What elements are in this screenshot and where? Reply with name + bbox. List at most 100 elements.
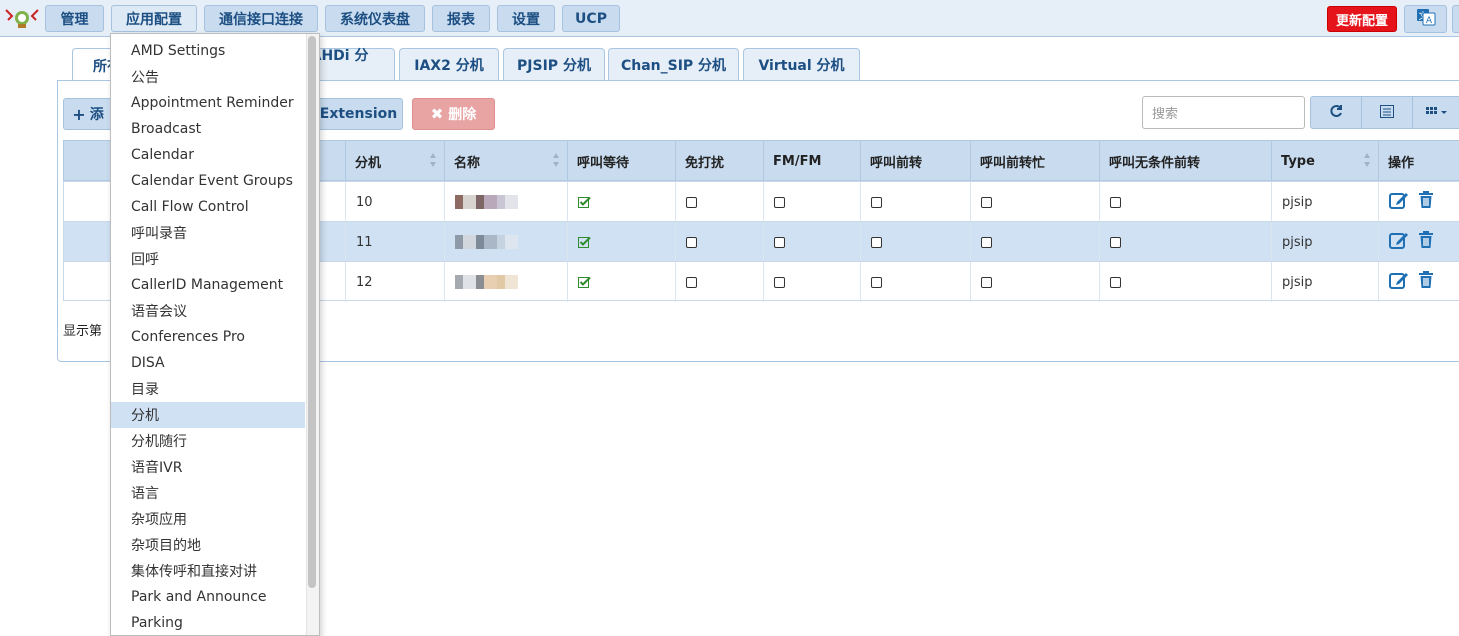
menu-item[interactable]: Call Flow Control	[111, 194, 305, 220]
column-label: FM/FM	[773, 153, 822, 169]
menu-item[interactable]: Broadcast	[111, 116, 305, 142]
pagination-info: 显示第	[63, 324, 103, 339]
menu-item[interactable]: DISA	[111, 350, 305, 376]
add-button[interactable]: + 添	[63, 98, 113, 130]
unchecked-checkbox[interactable]	[981, 196, 992, 208]
unchecked-checkbox[interactable]	[686, 196, 697, 208]
table-cell	[970, 222, 1099, 262]
blurred-name	[455, 191, 521, 213]
unchecked-checkbox[interactable]	[871, 196, 882, 208]
column-type[interactable]: Type	[1271, 141, 1378, 181]
unchecked-checkbox[interactable]	[774, 196, 785, 208]
trash-icon[interactable]	[1418, 191, 1434, 213]
unchecked-checkbox[interactable]	[871, 236, 882, 248]
nav-admin[interactable]: 管理	[45, 5, 104, 32]
table-cell	[675, 222, 763, 262]
menu-item[interactable]: 目录	[111, 376, 305, 402]
tab-chan-sip[interactable]: Chan_SIP 分机	[608, 48, 739, 81]
unchecked-checkbox[interactable]	[686, 276, 697, 288]
menu-item[interactable]: 分机随行	[111, 428, 305, 454]
table-cell	[444, 222, 567, 262]
tab-virtual[interactable]: Virtual 分机	[743, 48, 860, 81]
table-cell	[444, 262, 567, 302]
edit-icon[interactable]	[1389, 231, 1409, 253]
unchecked-checkbox[interactable]	[871, 276, 882, 288]
unchecked-checkbox[interactable]	[774, 276, 785, 288]
nav-applications[interactable]: 应用配置	[111, 5, 197, 32]
column-label: 呼叫前转忙	[980, 155, 1046, 171]
tab-iax2[interactable]: IAX2 分机	[399, 48, 499, 81]
table-cell	[860, 262, 970, 302]
tab-label: IAX2 分机	[414, 58, 484, 74]
tab-pjsip[interactable]: PJSIP 分机	[503, 48, 605, 81]
delete-button[interactable]: ✖ 删除	[412, 98, 495, 130]
unchecked-checkbox[interactable]	[981, 236, 992, 248]
menu-item[interactable]: 呼叫录音	[111, 220, 305, 246]
user-menu-button[interactable]	[1452, 5, 1459, 33]
menu-item[interactable]: CallerID Management	[111, 272, 305, 298]
menu-item[interactable]: 回呼	[111, 246, 305, 272]
checked-checkbox[interactable]	[578, 196, 591, 209]
menu-item[interactable]: Parking	[111, 610, 305, 635]
menu-item[interactable]: 公告	[111, 64, 305, 90]
trash-icon[interactable]	[1418, 231, 1434, 253]
menu-item[interactable]: Calendar	[111, 142, 305, 168]
menu-item[interactable]: 分机	[111, 402, 305, 428]
table-cell: pjsip	[1271, 222, 1378, 262]
tab-label: Virtual 分机	[758, 58, 845, 74]
sort-icon	[1364, 153, 1370, 167]
nav-reports[interactable]: 报表	[432, 5, 490, 32]
language-button[interactable]: 文 A	[1404, 5, 1447, 33]
unchecked-checkbox[interactable]	[686, 236, 697, 248]
nav-ucp[interactable]: UCP	[562, 5, 620, 32]
menu-item[interactable]: 集体传呼和直接对讲	[111, 558, 305, 584]
extension-number: 10	[356, 194, 373, 210]
menu-item[interactable]: 杂项应用	[111, 506, 305, 532]
checked-checkbox[interactable]	[578, 276, 591, 289]
logo-icon[interactable]	[4, 6, 40, 30]
unchecked-checkbox[interactable]	[774, 236, 785, 248]
nav-settings[interactable]: 设置	[497, 5, 555, 32]
menu-item[interactable]: 语言	[111, 480, 305, 506]
sort-icon	[430, 153, 436, 167]
column-actions: 操作	[1378, 141, 1459, 181]
column-name[interactable]: 名称	[444, 141, 567, 181]
translate-icon: 文 A	[1416, 8, 1436, 30]
column-extension[interactable]: 分机	[345, 141, 444, 181]
menu-item[interactable]: Calendar Event Groups	[111, 168, 305, 194]
menu-item[interactable]: Appointment Reminder	[111, 90, 305, 116]
search-input[interactable]: 搜索	[1142, 96, 1305, 129]
nav-dashboard[interactable]: 系统仪表盘	[325, 5, 425, 32]
checked-checkbox[interactable]	[578, 236, 591, 249]
menu-item[interactable]: Conferences Pro	[111, 324, 305, 350]
unchecked-checkbox[interactable]	[1110, 276, 1121, 288]
type-value: pjsip	[1282, 274, 1313, 290]
nav-connectivity[interactable]: 通信接口连接	[204, 5, 318, 32]
edit-icon[interactable]	[1389, 271, 1409, 293]
table-cell: 10	[345, 182, 444, 222]
menu-item[interactable]: AMD Settings	[111, 38, 305, 64]
table-cell	[860, 182, 970, 222]
unchecked-checkbox[interactable]	[1110, 236, 1121, 248]
column-label: 分机	[355, 155, 382, 171]
menu-scrollbar[interactable]	[308, 36, 316, 588]
add-label: 添	[89, 107, 104, 123]
unchecked-checkbox[interactable]	[981, 276, 992, 288]
menu-item[interactable]: 语音会议	[111, 298, 305, 324]
menu-item[interactable]: Park and Announce	[111, 584, 305, 610]
table-cell	[1099, 182, 1271, 222]
table-cell	[1378, 222, 1459, 262]
apply-config-button[interactable]: 更新配置	[1327, 6, 1397, 32]
edit-icon[interactable]	[1389, 191, 1409, 213]
trash-icon[interactable]	[1418, 271, 1434, 293]
extension-number: 12	[356, 274, 373, 290]
blurred-name	[455, 231, 521, 253]
unchecked-checkbox[interactable]	[1110, 196, 1121, 208]
menu-item[interactable]: 杂项目的地	[111, 532, 305, 558]
sort-icon	[553, 153, 559, 167]
column-dnd: 免打扰	[675, 141, 763, 181]
menu-item[interactable]: 语音IVR	[111, 454, 305, 480]
refresh-button[interactable]	[1310, 96, 1362, 129]
columns-button[interactable]	[1412, 96, 1459, 129]
toggle-view-button[interactable]	[1361, 96, 1413, 129]
